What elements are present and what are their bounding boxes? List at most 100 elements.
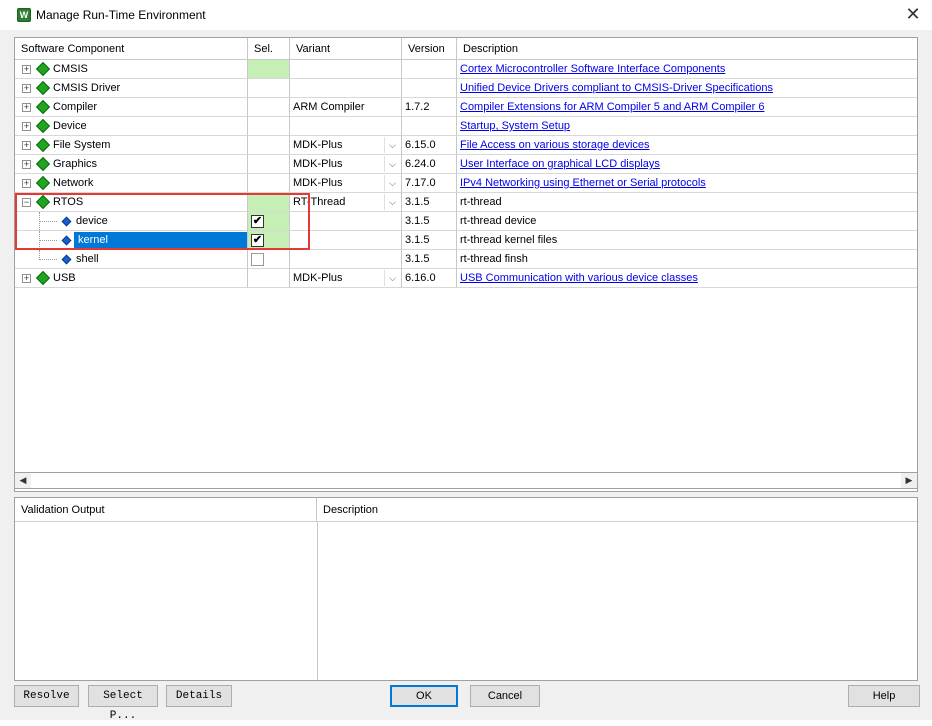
sel-cell[interactable]: [248, 269, 290, 288]
component-row[interactable]: shell 3.1.5 rt-thread finsh: [15, 250, 917, 269]
component-cell[interactable]: + File System: [15, 136, 248, 155]
column-header-component[interactable]: Software Component: [15, 38, 248, 60]
component-row[interactable]: + CMSIS Driver Unified Device Drivers comp…: [15, 79, 917, 98]
component-cell[interactable]: + CMSIS Driver: [15, 79, 248, 98]
sel-cell[interactable]: ✔: [248, 231, 290, 250]
component-row[interactable]: + CMSIS Cortex Microcontroller Software In…: [15, 60, 917, 79]
select-checkbox[interactable]: ✔: [251, 234, 264, 247]
component-cell[interactable]: + Device: [15, 117, 248, 136]
component-cell[interactable]: + USB: [15, 269, 248, 288]
component-row[interactable]: device ✔ 3.1.5 rt-thread device: [15, 212, 917, 231]
close-icon[interactable]: ✕: [902, 4, 924, 26]
details-button[interactable]: Details: [166, 685, 232, 707]
sel-cell[interactable]: [248, 136, 290, 155]
select-checkbox[interactable]: [251, 253, 264, 266]
chevron-down-icon[interactable]: ⌵: [384, 137, 400, 153]
version-cell: 7.17.0: [402, 174, 457, 193]
sel-cell[interactable]: [248, 174, 290, 193]
description-cell[interactable]: File Access on various storage devices: [457, 136, 917, 155]
component-diamond-icon: [35, 118, 51, 134]
help-button[interactable]: Help: [848, 685, 920, 707]
description-link[interactable]: USB Communication with various device cl…: [460, 272, 698, 284]
variant-cell: [290, 60, 402, 79]
component-cell[interactable]: + Graphics: [15, 155, 248, 174]
component-cell[interactable]: + Compiler: [15, 98, 248, 117]
component-cell[interactable]: device: [15, 212, 248, 231]
variant-dropdown[interactable]: MDK-Plus ⌵: [290, 136, 402, 155]
description-cell[interactable]: Compiler Extensions for ARM Compiler 5 a…: [457, 98, 917, 117]
expand-icon[interactable]: +: [22, 140, 31, 150]
expand-icon[interactable]: +: [22, 83, 31, 93]
component-row[interactable]: + Graphics MDK-Plus ⌵ 6.24.0 User Interface o…: [15, 155, 917, 174]
version-cell: 6.15.0: [402, 136, 457, 155]
component-row[interactable]: − RTOS RT-Thread ⌵ 3.1.5 rt-thread: [15, 193, 917, 212]
validation-output-header[interactable]: Validation Output: [15, 498, 317, 521]
component-cell[interactable]: + Network: [15, 174, 248, 193]
sel-cell[interactable]: [248, 193, 290, 212]
scroll-right-icon[interactable]: ▶: [901, 473, 917, 488]
chevron-down-icon[interactable]: ⌵: [384, 270, 400, 286]
sel-cell[interactable]: [248, 250, 290, 269]
description-link[interactable]: User Interface on graphical LCD displays: [460, 158, 660, 170]
component-label: Device: [53, 120, 87, 132]
description-link[interactable]: Compiler Extensions for ARM Compiler 5 a…: [460, 101, 764, 113]
description-cell[interactable]: USB Communication with various device cl…: [457, 269, 917, 288]
column-header-variant[interactable]: Variant: [290, 38, 402, 60]
validation-description-header[interactable]: Description: [317, 498, 917, 521]
chevron-down-icon[interactable]: ⌵: [384, 194, 400, 210]
variant-dropdown[interactable]: MDK-Plus ⌵: [290, 155, 402, 174]
column-header-description[interactable]: Description: [457, 38, 917, 60]
cancel-button[interactable]: Cancel: [470, 685, 540, 707]
description-link[interactable]: IPv4 Networking using Ethernet or Serial…: [460, 177, 706, 189]
component-cell[interactable]: + CMSIS: [15, 60, 248, 79]
chevron-down-icon[interactable]: ⌵: [384, 175, 400, 191]
scroll-left-icon[interactable]: ◀: [15, 473, 31, 488]
component-row[interactable]: kernel ✔ 3.1.5 rt-thread kernel files: [15, 231, 917, 250]
column-header-sel[interactable]: Sel.: [248, 38, 290, 60]
sel-cell[interactable]: [248, 98, 290, 117]
component-cell[interactable]: − RTOS: [15, 193, 248, 212]
component-cell[interactable]: shell: [15, 250, 248, 269]
description-link[interactable]: Startup, System Setup: [460, 120, 570, 132]
sel-cell[interactable]: [248, 60, 290, 79]
collapse-icon[interactable]: −: [22, 197, 31, 207]
expand-icon[interactable]: +: [22, 273, 31, 283]
variant-dropdown[interactable]: MDK-Plus ⌵: [290, 269, 402, 288]
expand-icon[interactable]: +: [22, 178, 31, 188]
version-cell: [402, 79, 457, 98]
description-link[interactable]: Unified Device Drivers compliant to CMSI…: [460, 82, 773, 94]
expand-icon[interactable]: +: [22, 121, 31, 131]
component-row[interactable]: + Compiler ARM Compiler 1.7.2 Compiler Exten…: [15, 98, 917, 117]
description-cell[interactable]: IPv4 Networking using Ethernet or Serial…: [457, 174, 917, 193]
ok-button[interactable]: OK: [390, 685, 458, 707]
select-checkbox[interactable]: ✔: [251, 215, 264, 228]
description-link[interactable]: File Access on various storage devices: [460, 139, 650, 151]
sel-cell[interactable]: [248, 79, 290, 98]
select-packs-button[interactable]: Select P...: [88, 685, 158, 722]
description-cell: rt-thread: [457, 193, 917, 212]
horizontal-scrollbar[interactable]: ◀ ▶: [14, 472, 918, 489]
description-cell[interactable]: Startup, System Setup: [457, 117, 917, 136]
component-label: Graphics: [53, 158, 98, 170]
description-cell[interactable]: User Interface on graphical LCD displays: [457, 155, 917, 174]
component-row[interactable]: + Device Startup, System Setup: [15, 117, 917, 136]
description-link[interactable]: Cortex Microcontroller Software Interfac…: [460, 63, 725, 75]
column-header-version[interactable]: Version: [402, 38, 457, 60]
sel-cell[interactable]: [248, 155, 290, 174]
variant-dropdown[interactable]: MDK-Plus ⌵: [290, 174, 402, 193]
chevron-down-icon[interactable]: ⌵: [384, 156, 400, 172]
expand-icon[interactable]: +: [22, 159, 31, 169]
component-cell[interactable]: kernel: [15, 231, 248, 250]
variant-dropdown[interactable]: RT-Thread ⌵: [290, 193, 402, 212]
component-row[interactable]: + USB MDK-Plus ⌵ 6.16.0 USB Communication wit…: [15, 269, 917, 288]
scrollbar-track[interactable]: [31, 473, 901, 488]
description-cell[interactable]: Unified Device Drivers compliant to CMSI…: [457, 79, 917, 98]
component-row[interactable]: + Network MDK-Plus ⌵ 7.17.0 IPv4 Networking u…: [15, 174, 917, 193]
component-row[interactable]: + File System MDK-Plus ⌵ 6.15.0 File Access o…: [15, 136, 917, 155]
sel-cell[interactable]: ✔: [248, 212, 290, 231]
resolve-button[interactable]: Resolve: [14, 685, 79, 707]
expand-icon[interactable]: +: [22, 102, 31, 112]
description-cell[interactable]: Cortex Microcontroller Software Interfac…: [457, 60, 917, 79]
sel-cell[interactable]: [248, 117, 290, 136]
expand-icon[interactable]: +: [22, 64, 31, 74]
